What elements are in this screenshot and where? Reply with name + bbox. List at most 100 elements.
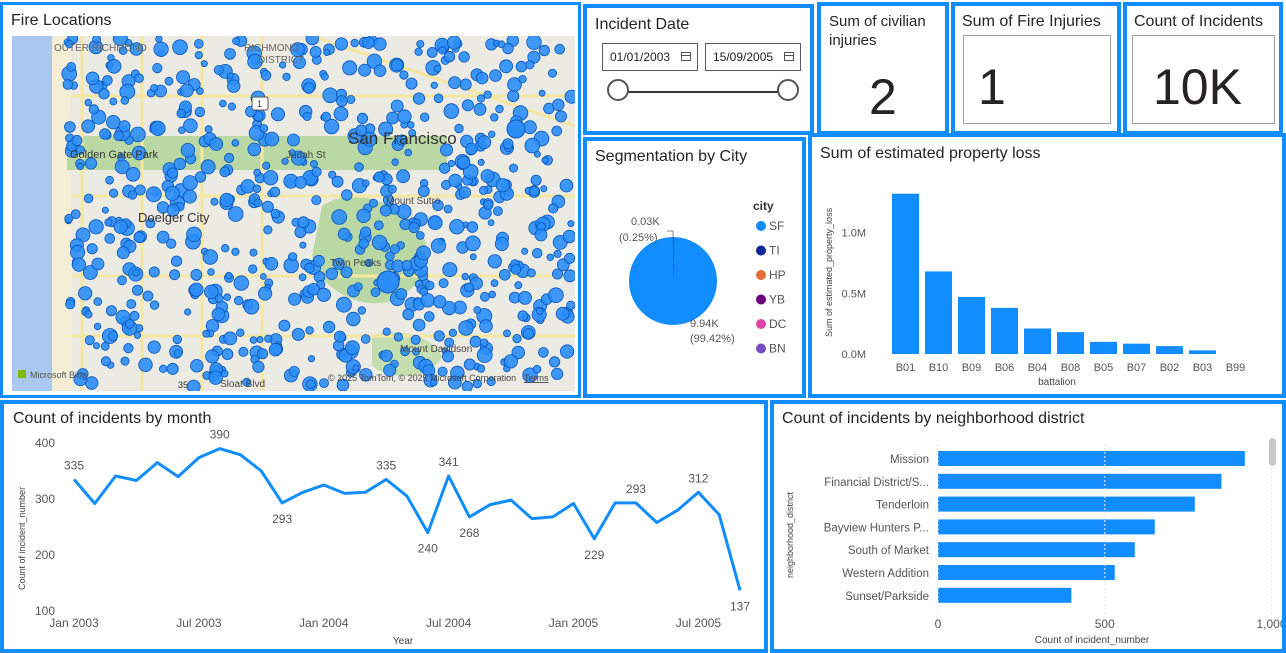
fire-location-dot[interactable] bbox=[357, 306, 366, 315]
fire-location-dot[interactable] bbox=[554, 43, 565, 55]
monthly-point[interactable] bbox=[238, 452, 244, 458]
monthly-point[interactable] bbox=[675, 507, 681, 513]
fire-location-dot[interactable] bbox=[525, 60, 535, 70]
legend-label[interactable]: HP bbox=[769, 268, 786, 282]
fire-location-dot[interactable] bbox=[259, 273, 267, 280]
fire-location-dot[interactable] bbox=[233, 275, 250, 291]
fire-location-dot[interactable] bbox=[548, 287, 564, 304]
fire-location-dot[interactable] bbox=[98, 88, 110, 100]
fire-location-dot[interactable] bbox=[489, 69, 502, 82]
fire-location-dot[interactable] bbox=[465, 142, 478, 156]
fire-location-dot[interactable] bbox=[370, 287, 381, 298]
fire-location-dot[interactable] bbox=[224, 48, 236, 60]
fire-location-dot[interactable] bbox=[298, 273, 307, 282]
fire-location-dot[interactable] bbox=[567, 220, 575, 228]
fire-location-dot[interactable] bbox=[487, 219, 495, 227]
fire-location-dot[interactable] bbox=[219, 99, 227, 108]
fire-location-dot[interactable] bbox=[106, 114, 121, 130]
monthly-point[interactable] bbox=[695, 489, 701, 495]
fire-location-dot[interactable] bbox=[88, 219, 104, 235]
fire-location-dot[interactable] bbox=[488, 130, 496, 138]
fire-location-dot[interactable] bbox=[194, 39, 204, 49]
fire-location-dot[interactable] bbox=[148, 266, 160, 278]
fire-location-dot[interactable] bbox=[477, 135, 492, 150]
monthly-point[interactable] bbox=[550, 514, 556, 520]
fire-location-dot[interactable] bbox=[325, 267, 339, 281]
fire-location-dot[interactable] bbox=[402, 308, 415, 321]
fire-location-dot[interactable] bbox=[305, 326, 314, 335]
fire-location-dot[interactable] bbox=[312, 254, 325, 267]
fire-location-dot[interactable] bbox=[84, 310, 93, 319]
fire-location-dot[interactable] bbox=[150, 84, 159, 93]
fire-location-dot[interactable] bbox=[200, 159, 216, 175]
fire-location-dot[interactable] bbox=[425, 280, 435, 291]
fire-location-dot[interactable] bbox=[438, 278, 449, 289]
fire-location-dot[interactable] bbox=[476, 364, 486, 373]
fire-location-dot[interactable] bbox=[176, 70, 191, 85]
fire-location-dot[interactable] bbox=[475, 71, 489, 85]
fire-location-dot[interactable] bbox=[189, 282, 204, 297]
fire-location-dot[interactable] bbox=[226, 79, 241, 93]
fire-location-dot[interactable] bbox=[538, 89, 546, 97]
fire-location-dot[interactable] bbox=[373, 64, 387, 78]
fire-location-dot[interactable] bbox=[518, 290, 532, 305]
fire-location-dot[interactable] bbox=[391, 158, 399, 166]
fire-location-dot[interactable] bbox=[380, 349, 393, 363]
fire-location-dot[interactable] bbox=[502, 138, 514, 150]
fire-location-dot[interactable] bbox=[118, 120, 131, 133]
fire-location-dot[interactable] bbox=[309, 45, 322, 58]
fire-location-dot[interactable] bbox=[263, 225, 273, 235]
fire-location-dot[interactable] bbox=[371, 234, 388, 251]
monthly-point[interactable] bbox=[466, 514, 472, 520]
fire-location-dot[interactable] bbox=[225, 271, 233, 280]
property-loss-bar[interactable] bbox=[925, 271, 952, 354]
fire-location-dot[interactable] bbox=[221, 348, 234, 360]
fire-location-dot[interactable] bbox=[553, 249, 562, 258]
fire-location-dot[interactable] bbox=[108, 330, 119, 341]
fire-location-dot[interactable] bbox=[412, 318, 426, 332]
monthly-point[interactable] bbox=[133, 478, 139, 484]
fire-location-dot[interactable] bbox=[414, 47, 423, 56]
property-loss-bar[interactable] bbox=[1090, 341, 1117, 354]
fire-location-dot[interactable] bbox=[405, 77, 418, 90]
monthly-point[interactable] bbox=[654, 520, 660, 526]
fire-location-dot[interactable] bbox=[172, 39, 188, 55]
fire-location-dot[interactable] bbox=[430, 81, 438, 89]
fire-location-dot[interactable] bbox=[358, 238, 370, 249]
fire-location-dot[interactable] bbox=[258, 286, 273, 301]
monthly-point[interactable] bbox=[92, 500, 98, 506]
district-scrollbar[interactable] bbox=[1269, 438, 1276, 466]
fire-location-dot[interactable] bbox=[310, 160, 318, 168]
monthly-point[interactable] bbox=[737, 587, 743, 593]
fire-location-dot[interactable] bbox=[387, 184, 397, 194]
fire-location-dot[interactable] bbox=[323, 48, 331, 56]
monthly-series-line[interactable] bbox=[72, 447, 742, 591]
fire-location-dot[interactable] bbox=[463, 358, 476, 371]
fire-location-dot[interactable] bbox=[93, 342, 101, 350]
fire-location-dot[interactable] bbox=[304, 262, 315, 274]
fire-location-dot[interactable] bbox=[373, 171, 385, 183]
fire-location-dot[interactable] bbox=[479, 338, 489, 348]
fire-location-dot[interactable] bbox=[466, 221, 479, 233]
fire-location-dot[interactable] bbox=[182, 189, 197, 204]
fire-location-dot[interactable] bbox=[456, 155, 471, 170]
fire-location-dot[interactable] bbox=[257, 348, 269, 360]
fire-location-dot[interactable] bbox=[333, 330, 346, 343]
fire-location-dot[interactable] bbox=[166, 238, 177, 249]
fire-location-dot[interactable] bbox=[320, 72, 329, 81]
kpi-fire-injuries[interactable]: Sum of Fire Injuries 1 bbox=[951, 2, 1121, 135]
monthly-point[interactable] bbox=[383, 476, 389, 482]
fire-location-dot[interactable] bbox=[529, 185, 540, 197]
fire-location-dot[interactable] bbox=[259, 124, 269, 133]
district-bar[interactable] bbox=[938, 519, 1155, 535]
fire-location-dot[interactable] bbox=[337, 227, 351, 241]
fire-location-dot[interactable] bbox=[522, 328, 534, 340]
fire-location-dot[interactable] bbox=[243, 298, 260, 315]
fire-location-dot[interactable] bbox=[551, 367, 564, 380]
fire-location-dot[interactable] bbox=[322, 320, 336, 334]
monthly-point[interactable] bbox=[362, 489, 368, 495]
fire-location-dot[interactable] bbox=[153, 41, 169, 57]
fire-location-dot[interactable] bbox=[433, 330, 445, 342]
fire-location-dot[interactable] bbox=[100, 356, 111, 367]
fire-location-dot[interactable] bbox=[515, 60, 528, 73]
